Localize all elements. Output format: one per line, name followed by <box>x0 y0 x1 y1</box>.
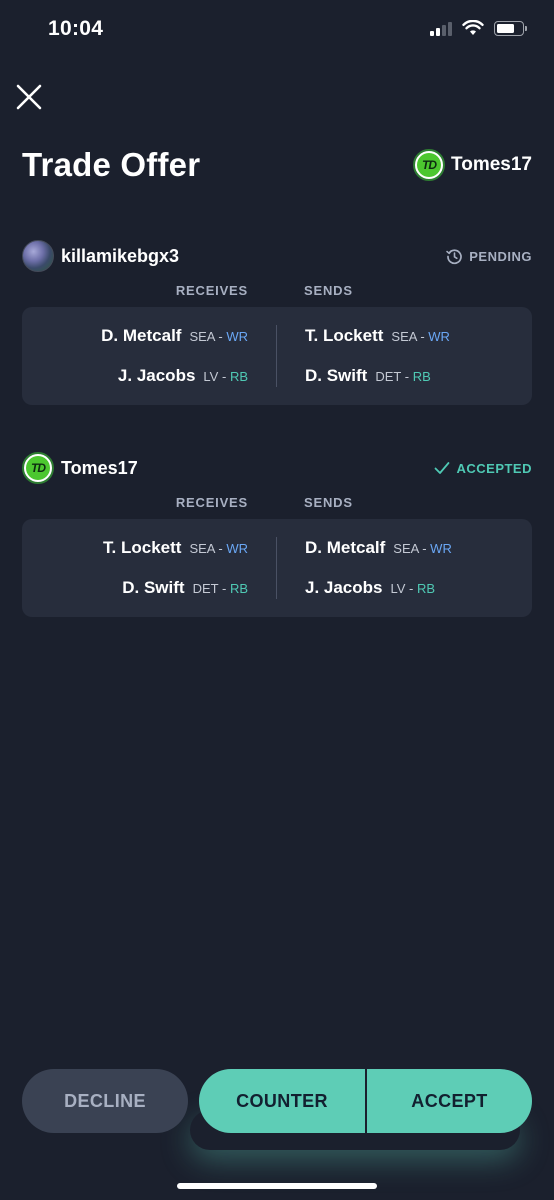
trade-card: D. Metcalf SEA - WR J. Jacobs LV - RB T.… <box>22 307 532 405</box>
trade-card: T. Lockett SEA - WR D. Swift DET - RB D.… <box>22 519 532 617</box>
receives-heading: RECEIVES <box>175 495 248 510</box>
header-username: Tomes17 <box>451 154 532 175</box>
header-user: TD Tomes17 <box>413 149 532 181</box>
player-row: J. Jacobs LV - RB <box>305 578 436 597</box>
checkmark-icon <box>435 462 450 474</box>
cellular-signal-icon <box>430 20 452 36</box>
player-row: D. Metcalf SEA - WR <box>305 538 452 557</box>
battery-icon <box>494 20 527 36</box>
offer-username: Tomes17 <box>61 457 138 478</box>
receives-heading: RECEIVES <box>175 283 248 298</box>
sends-heading: SENDS <box>304 495 353 510</box>
status-time: 10:04 <box>48 17 104 40</box>
home-indicator[interactable] <box>177 1183 377 1189</box>
history-icon <box>446 248 463 264</box>
player-row: T. Lockett SEA - WR <box>103 538 248 557</box>
team-logo-icon: TD <box>22 452 54 484</box>
wifi-icon <box>462 20 484 35</box>
player-row: D. Swift DET - RB <box>305 366 431 385</box>
status-bar: 10:04 <box>0 0 554 62</box>
divider <box>276 325 277 387</box>
action-bar: DECLINE COUNTER ACCEPT <box>22 1069 532 1133</box>
accept-button[interactable]: ACCEPT <box>367 1069 532 1133</box>
sends-heading: SENDS <box>304 283 353 298</box>
player-row: J. Jacobs LV - RB <box>117 366 248 385</box>
player-row: T. Lockett SEA - WR <box>305 326 450 345</box>
player-row: D. Metcalf SEA - WR <box>101 326 248 345</box>
close-icon[interactable] <box>14 82 44 112</box>
status-icons <box>430 20 527 36</box>
offer-user: killamikebgx3 <box>22 240 179 272</box>
trade-offer-accepted: TD Tomes17 ACCEPTED RECEIVES SENDS T. Lo… <box>22 451 532 617</box>
status-badge: PENDING <box>446 248 532 265</box>
player-row: D. Swift DET - RB <box>122 578 248 597</box>
decline-button[interactable]: DECLINE <box>22 1069 188 1133</box>
counter-button[interactable]: COUNTER <box>199 1069 365 1133</box>
offer-username: killamikebgx3 <box>61 245 180 266</box>
divider <box>276 537 277 599</box>
team-logo-icon: TD <box>413 149 446 181</box>
status-badge: ACCEPTED <box>434 461 532 476</box>
trade-offer-pending: killamikebgx3 PENDING RECEIVES SENDS D. … <box>22 239 532 405</box>
avatar <box>22 240 54 272</box>
offer-user: TD Tomes17 <box>22 452 138 484</box>
page-title: Trade Offer <box>22 146 201 183</box>
